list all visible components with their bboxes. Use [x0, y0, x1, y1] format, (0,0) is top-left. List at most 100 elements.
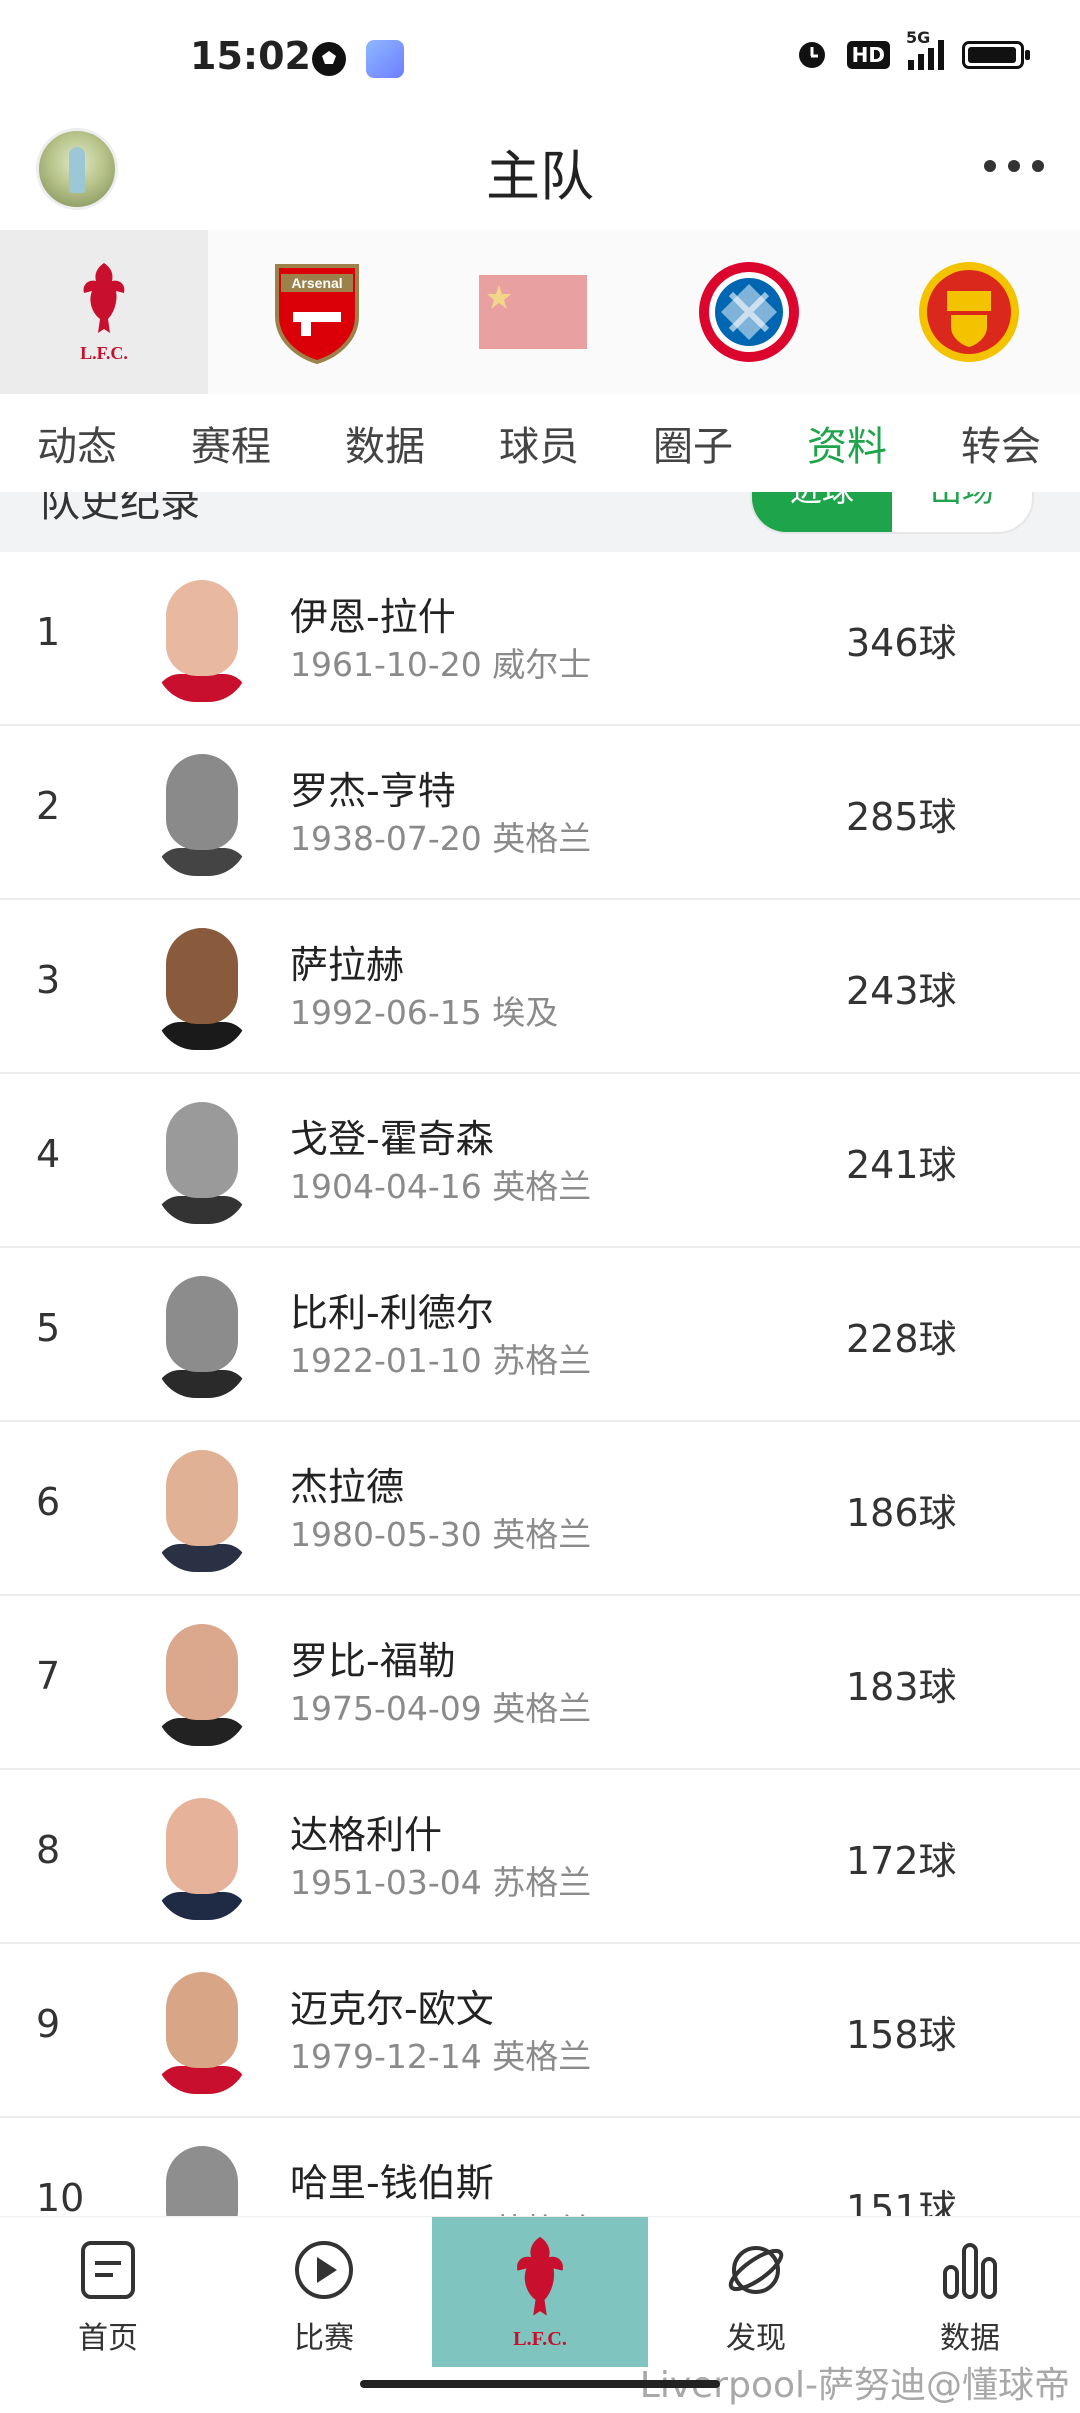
nav-home[interactable]: 首页: [38, 2239, 178, 2357]
liverpool-crest-icon: L.F.C.: [80, 263, 128, 363]
nav-data-label: 数据: [940, 2321, 1000, 2356]
player-goals: 285球: [846, 795, 957, 839]
alarm-icon: [795, 36, 829, 74]
team-switcher: L.F.C. Arsenal: [0, 230, 1080, 394]
player-name: 罗比-福勒: [290, 1639, 456, 1683]
planet-icon: [728, 2246, 784, 2294]
player-name: 达格利什: [290, 1813, 443, 1857]
status-icons: HD 5G: [795, 28, 1030, 74]
team-bayern[interactable]: [641, 230, 857, 394]
player-birth-nation: 1922-01-10 苏格兰: [290, 1341, 592, 1380]
player-goals: 243球: [846, 969, 957, 1013]
player-rank: 9: [36, 2002, 61, 2046]
player-name: 哈里-钱伯斯: [290, 2161, 494, 2205]
player-name: 迈克尔-欧文: [290, 1987, 494, 2031]
player-kit: [156, 1022, 248, 1050]
team-liverpool[interactable]: L.F.C.: [0, 230, 208, 394]
toggle-appearances[interactable]: 出场: [892, 492, 1032, 532]
player-goals: 241球: [846, 1143, 957, 1187]
tab-schedule[interactable]: 赛程: [154, 414, 308, 472]
signal-icon: 5G: [906, 28, 944, 70]
player-photo: [156, 1270, 248, 1398]
nav-data[interactable]: 数据: [900, 2239, 1040, 2357]
player-name: 比利-利德尔: [290, 1291, 494, 1335]
team-arsenal[interactable]: Arsenal: [208, 230, 425, 394]
manchester-united-crest-icon: [918, 262, 1019, 362]
player-rank: 4: [36, 1132, 61, 1176]
player-photo: [156, 748, 248, 876]
player-face: [166, 1450, 238, 1546]
player-goals: 186球: [846, 1491, 957, 1535]
nav-team-crest[interactable]: L.F.C.: [432, 2217, 648, 2367]
soccer-ball-icon: [310, 40, 348, 78]
status-bar: 15:02 HD 5G: [0, 0, 1080, 118]
player-rank: 7: [36, 1654, 61, 1698]
player-photo: [156, 1096, 248, 1224]
play-icon: [295, 2241, 353, 2299]
player-goals: 158球: [846, 2013, 957, 2057]
player-birth-nation: 1975-04-09 英格兰: [290, 1689, 592, 1728]
player-birth-nation: 1904-04-16 英格兰: [290, 1167, 592, 1206]
player-row[interactable]: 10 哈里-钱伯斯1896-11-17 英格兰 151球: [0, 2118, 1080, 2216]
player-goals: 183球: [846, 1665, 957, 1709]
player-kit: [156, 1718, 248, 1746]
player-birth-nation: 1896-11-17 英格兰: [290, 2204, 591, 2216]
player-row[interactable]: 9 迈克尔-欧文 1979-12-14 英格兰 158球: [0, 1944, 1080, 2118]
player-row[interactable]: 3 萨拉赫 1992-06-15 埃及 243球: [0, 900, 1080, 1074]
team-china[interactable]: [425, 230, 641, 394]
player-row[interactable]: 1 伊恩-拉什 1961-10-20 威尔士 346球: [0, 552, 1080, 726]
player-birth-nation: 1980-05-30 英格兰: [290, 1515, 592, 1554]
china-flag-icon: [479, 275, 587, 349]
player-rank: 5: [36, 1306, 61, 1350]
player-row[interactable]: 4 戈登-霍奇森 1904-04-16 英格兰 241球: [0, 1074, 1080, 1248]
bayern-crest-icon: [699, 262, 799, 362]
tab-info[interactable]: 资料: [770, 414, 924, 472]
battery-fill: [968, 47, 1016, 63]
player-face: [166, 580, 238, 676]
player-name: 伊恩-拉什: [290, 595, 456, 639]
player-face: [166, 1102, 238, 1198]
nav-matches[interactable]: 比赛: [254, 2239, 394, 2357]
player-kit: [156, 1196, 248, 1224]
network-type: 5G: [906, 28, 931, 47]
player-photo: [156, 922, 248, 1050]
record-toggle: 进球 出场: [750, 492, 1034, 534]
app-notification-icon: [366, 40, 404, 78]
svg-text:L.F.C.: L.F.C.: [513, 2328, 567, 2350]
tab-data[interactable]: 数据: [308, 414, 462, 472]
liverpool-crest-icon: L.F.C.: [513, 2236, 567, 2350]
player-row[interactable]: 7 罗比-福勒 1975-04-09 英格兰 183球: [0, 1596, 1080, 1770]
player-face: [166, 928, 238, 1024]
player-name: 罗杰-亨特: [290, 769, 456, 813]
player-record-list: 1 伊恩-拉什 1961-10-20 威尔士 346球 2 罗杰-亨特 1938-07-20…: [0, 552, 1080, 2216]
more-options-icon[interactable]: [984, 158, 1044, 174]
home-indicator[interactable]: [360, 2380, 720, 2388]
player-row[interactable]: 8 达格利什 1951-03-04 苏格兰 172球: [0, 1770, 1080, 1944]
player-photo: [156, 1618, 248, 1746]
tab-news[interactable]: 动态: [0, 414, 154, 472]
battery-icon: [962, 41, 1030, 69]
team-manchester-united[interactable]: [857, 230, 1080, 394]
player-birth-nation: 1961-10-20 威尔士: [290, 645, 592, 684]
status-time: 15:02: [190, 34, 311, 78]
nav-discover[interactable]: 发现: [686, 2239, 826, 2357]
tab-transfers[interactable]: 转会: [924, 414, 1078, 472]
player-row[interactable]: 2 罗杰-亨特 1938-07-20 英格兰 285球: [0, 726, 1080, 900]
player-row[interactable]: 6 杰拉德 1980-05-30 英格兰 186球: [0, 1422, 1080, 1596]
player-face: [166, 2146, 238, 2216]
player-rank: 8: [36, 1828, 61, 1872]
player-rank: 1: [36, 610, 61, 654]
toggle-goals[interactable]: 进球: [752, 492, 892, 532]
player-face: [166, 1624, 238, 1720]
tab-players[interactable]: 球员: [462, 414, 616, 472]
tab-bar: 动态 赛程 数据 球员 圈子 资料 转会: [0, 394, 1080, 492]
player-rank: 6: [36, 1480, 61, 1524]
player-kit: [156, 848, 248, 876]
player-name: 戈登-霍奇森: [290, 1117, 494, 1161]
player-goals: 172球: [846, 1839, 957, 1883]
svg-text:Arsenal: Arsenal: [291, 275, 342, 291]
player-photo: [156, 1966, 248, 2094]
player-row[interactable]: 5 比利-利德尔 1922-01-10 苏格兰 228球: [0, 1248, 1080, 1422]
player-rank: 10: [36, 2176, 85, 2216]
tab-community[interactable]: 圈子: [616, 414, 770, 472]
